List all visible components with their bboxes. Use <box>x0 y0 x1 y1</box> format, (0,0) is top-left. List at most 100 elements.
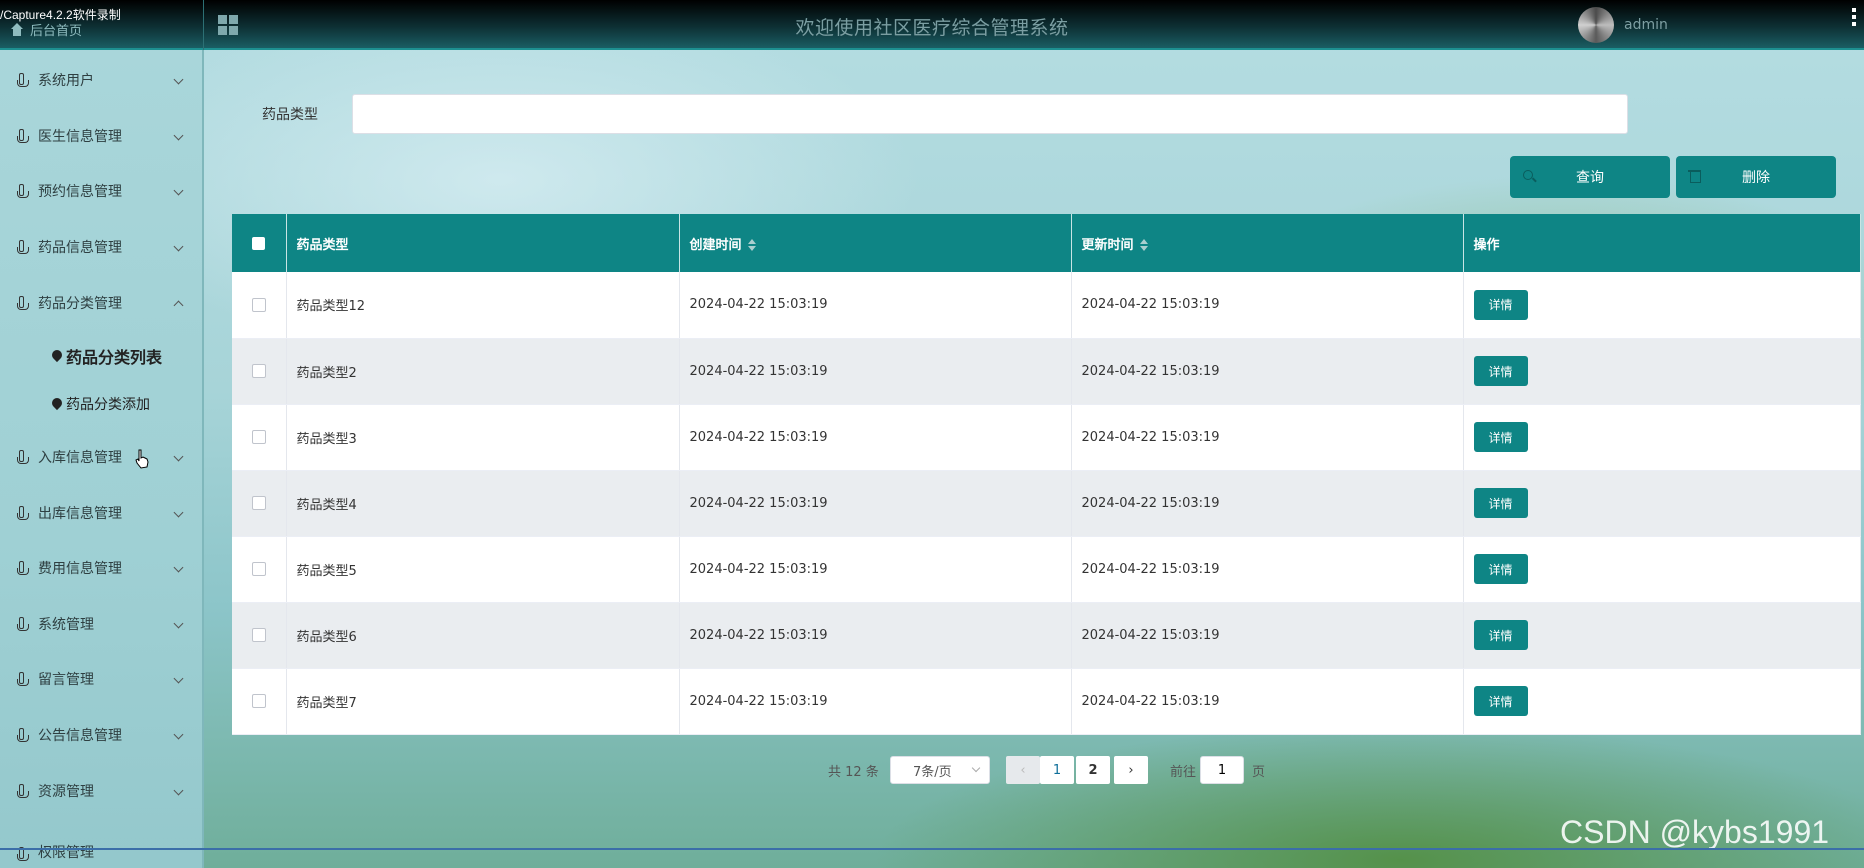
table-row: 药品类型4 2024-04-22 15:03:19 2024-04-22 15:… <box>232 470 1861 537</box>
detail-button[interactable]: 详情 <box>1473 356 1528 386</box>
sidebar-subitem-label: 药品分类列表 <box>66 348 163 367</box>
search-icon <box>1522 169 1536 183</box>
cell-drug-type: 药品类型5 <box>286 536 680 603</box>
next-page-button[interactable]: › <box>1114 756 1148 784</box>
prev-page-button[interactable]: ‹ <box>1006 756 1040 784</box>
row-checkbox[interactable] <box>251 364 266 378</box>
hand-pointer-icon <box>14 239 30 255</box>
sidebar-item-permissions[interactable]: 权限管理 <box>0 818 204 862</box>
page-size-select[interactable]: 7条/页 <box>890 756 990 784</box>
sidebar-item-announcements[interactable]: 公告信息管理 <box>0 707 204 763</box>
page-button-2[interactable]: 2 <box>1076 756 1110 784</box>
goto-prefix: 前往 <box>1170 764 1197 780</box>
hand-pointer-icon <box>14 505 30 521</box>
detail-button[interactable]: 详情 <box>1473 620 1528 650</box>
sidebar-item-doctor-info[interactable]: 医生信息管理 <box>0 108 204 164</box>
sidebar-item-drug-info[interactable]: 药品信息管理 <box>0 219 204 275</box>
cell-actions: 详情 <box>1463 536 1861 603</box>
detail-button[interactable]: 详情 <box>1473 554 1528 584</box>
cell-created-time: 2024-04-22 15:03:19 <box>679 404 1072 471</box>
cell-updated-time: 2024-04-22 15:03:19 <box>1071 470 1464 537</box>
row-select-cell <box>232 404 287 471</box>
cell-drug-type: 药品类型3 <box>286 404 680 471</box>
sidebar-item-label: 药品信息管理 <box>38 240 122 256</box>
hand-pointer-icon <box>14 671 30 687</box>
header-created-time[interactable]: 创建时间 <box>679 214 1072 272</box>
detail-button[interactable]: 详情 <box>1473 686 1528 716</box>
header-label: 更新时间 <box>1081 237 1134 253</box>
sidebar-item-stock-in[interactable]: 入库信息管理 <box>0 429 204 485</box>
chevron-down-icon <box>173 241 184 252</box>
top-header: 后台首页 /Capture4.2.2软件录制 欢迎使用社区医疗综合管理系统 ad… <box>0 0 1864 50</box>
detail-button[interactable]: 详情 <box>1473 488 1528 518</box>
hand-pointer-icon <box>14 183 30 199</box>
sidebar-item-fee-info[interactable]: 费用信息管理 <box>0 540 204 596</box>
delete-button[interactable]: 删除 <box>1676 156 1836 198</box>
watermark: CSDN @kybs1991 <box>1560 814 1830 850</box>
sidebar-item-stock-out[interactable]: 出库信息管理 <box>0 485 204 541</box>
sidebar-subitem-category-add[interactable]: 药品分类添加 <box>52 394 150 414</box>
detail-button[interactable]: 详情 <box>1473 422 1528 452</box>
cell-drug-type: 药品类型2 <box>286 338 680 405</box>
sort-icon[interactable] <box>1139 239 1148 251</box>
sidebar-item-label: 医生信息管理 <box>38 129 122 145</box>
cell-drug-type: 药品类型7 <box>286 668 680 735</box>
sidebar-item-label: 费用信息管理 <box>38 561 122 577</box>
sidebar-item-drug-category[interactable]: 药品分类管理 <box>0 275 204 331</box>
row-select-cell <box>232 338 287 405</box>
cell-drug-type: 药品类型6 <box>286 602 680 669</box>
avatar[interactable] <box>1578 7 1614 43</box>
cell-created-time: 2024-04-22 15:03:19 <box>679 470 1072 537</box>
cell-created-time: 2024-04-22 15:03:19 <box>679 272 1072 339</box>
sidebar-item-label: 出库信息管理 <box>38 506 122 522</box>
page-button-1[interactable]: 1 <box>1040 756 1074 784</box>
sidebar-item-label: 系统用户 <box>38 73 94 89</box>
trash-icon <box>1688 169 1702 183</box>
chevron-down-icon <box>173 130 184 141</box>
sort-icon[interactable] <box>747 239 756 251</box>
header-label: 创建时间 <box>689 237 742 253</box>
sidebar-item-resources[interactable]: 资源管理 <box>0 763 204 819</box>
cell-actions: 详情 <box>1463 338 1861 405</box>
pin-icon <box>52 398 62 410</box>
pin-icon <box>52 350 62 362</box>
search-label: 药品类型 <box>262 107 318 123</box>
chevron-down-icon <box>173 673 184 684</box>
row-checkbox[interactable] <box>251 562 266 576</box>
chevron-down-icon <box>173 507 184 518</box>
detail-button[interactable]: 详情 <box>1473 289 1528 320</box>
cell-actions: 详情 <box>1463 272 1861 339</box>
sidebar-item-appointment-info[interactable]: 预约信息管理 <box>0 163 204 219</box>
username[interactable]: admin <box>1624 17 1668 33</box>
header-updated-time[interactable]: 更新时间 <box>1071 214 1464 272</box>
sidebar-item-system-manage[interactable]: 系统管理 <box>0 596 204 652</box>
sidebar-subitem-category-list[interactable]: 药品分类列表 <box>52 344 162 368</box>
search-input[interactable] <box>352 94 1628 134</box>
sidebar-item-label: 药品分类管理 <box>38 296 122 312</box>
sidebar-item-label: 资源管理 <box>38 784 94 800</box>
sidebar-subitem-label: 药品分类添加 <box>66 397 150 413</box>
cell-updated-time: 2024-04-22 15:03:19 <box>1071 536 1464 603</box>
row-checkbox[interactable] <box>251 430 266 444</box>
query-button-label: 查询 <box>1576 170 1604 186</box>
hand-pointer-icon <box>14 128 30 144</box>
sidebar-item-system-users[interactable]: 系统用户 <box>0 52 204 108</box>
query-button[interactable]: 查询 <box>1510 156 1670 198</box>
sidebar-item-label: 留言管理 <box>38 672 94 688</box>
row-checkbox[interactable] <box>251 694 266 708</box>
row-checkbox[interactable] <box>251 628 266 642</box>
sidebar: 系统用户 医生信息管理 预约信息管理 药品信息管理 药品分类管理 药品分类列表 … <box>0 50 204 868</box>
table-row: 药品类型5 2024-04-22 15:03:19 2024-04-22 15:… <box>232 536 1861 603</box>
table-row: 药品类型6 2024-04-22 15:03:19 2024-04-22 15:… <box>232 602 1861 669</box>
hand-pointer-icon <box>14 783 30 799</box>
select-all-checkbox[interactable] <box>252 236 266 250</box>
sidebar-item-label: 入库信息管理 <box>38 450 122 466</box>
row-checkbox[interactable] <box>251 496 266 510</box>
row-select-cell <box>232 272 287 339</box>
goto-page-input[interactable] <box>1200 756 1244 784</box>
row-checkbox[interactable] <box>251 297 266 312</box>
chevron-down-icon <box>173 618 184 629</box>
more-dots-icon[interactable] <box>1852 8 1858 29</box>
sidebar-item-messages[interactable]: 留言管理 <box>0 651 204 707</box>
chevron-down-icon <box>173 785 184 796</box>
